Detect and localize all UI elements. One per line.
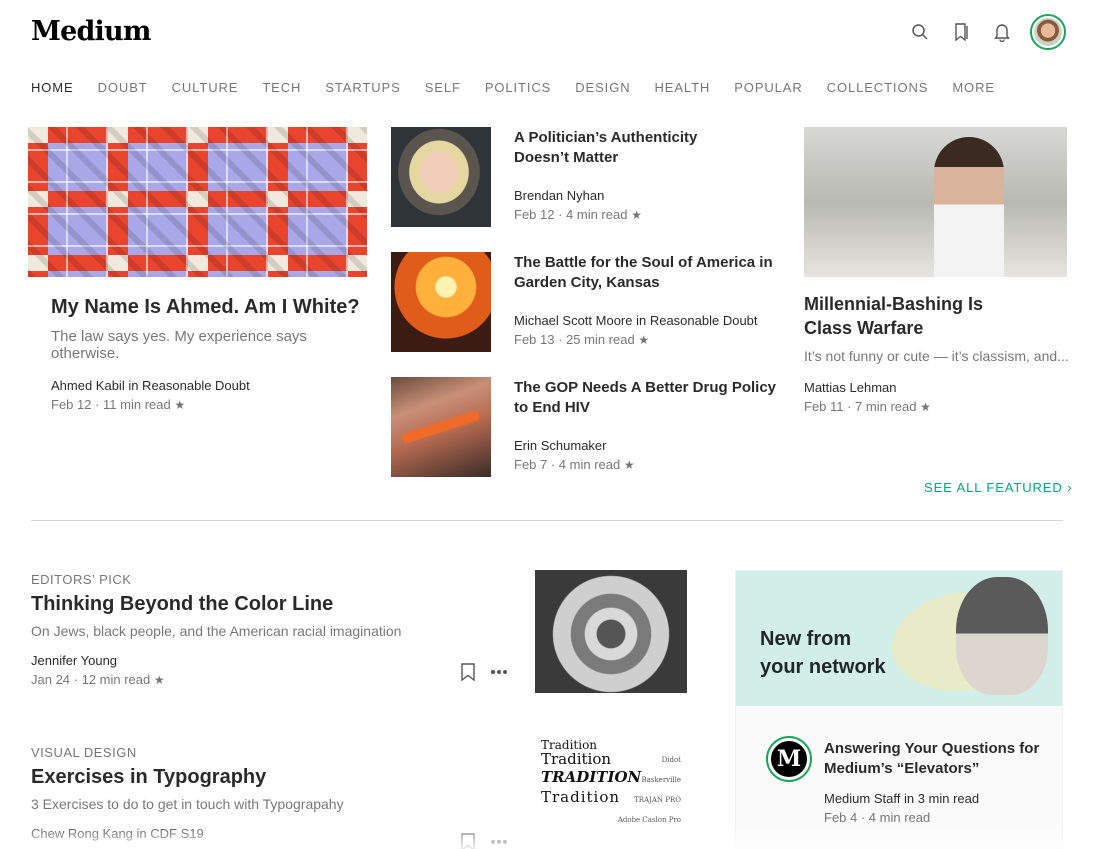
typo-label: Adobe Caslon Pro (617, 816, 681, 824)
star-icon[interactable]: ★ (624, 458, 635, 472)
user-avatar[interactable] (1030, 14, 1066, 50)
nav-politics[interactable]: POLITICS (485, 80, 551, 95)
see-all-label: SEE ALL FEATURED (924, 480, 1063, 495)
star-icon[interactable]: ★ (631, 208, 642, 222)
featured-right-author[interactable]: Mattias Lehman (804, 380, 1069, 395)
medium-logo[interactable]: Medium (31, 16, 151, 47)
featured-right-meta: Feb 11 · 7 min read ★ (804, 399, 1069, 414)
nav-design[interactable]: DESIGN (575, 80, 630, 95)
featured-list-title[interactable]: The GOP Needs A Better Drug Policy to En… (514, 378, 779, 418)
notifications-icon[interactable] (990, 20, 1014, 44)
featured-right-image[interactable] (804, 127, 1067, 277)
featured-list-meta: Feb 7 · 4 min read ★ (514, 457, 779, 472)
featured-list-title[interactable]: A Politician’s Authenticity Doesn’t Matt… (514, 128, 714, 168)
typo-label: TRAJAN PRO (634, 796, 681, 804)
nav-health[interactable]: HEALTH (655, 80, 711, 95)
nav-home[interactable]: HOME (31, 80, 74, 95)
feed-image-hands[interactable] (535, 570, 687, 693)
featured-list-thumb-2[interactable] (391, 252, 491, 352)
network-post-meta: Feb 4 · 4 min read (824, 810, 931, 825)
featured-list-thumb-3[interactable] (391, 377, 491, 477)
star-icon[interactable]: ★ (638, 333, 649, 347)
featured-main-author[interactable]: Ahmed Kabil in Reasonable Doubt (51, 378, 371, 393)
featured-list-meta: Feb 12 · 4 min read ★ (514, 207, 774, 222)
featured-list-thumb-1[interactable] (391, 127, 491, 227)
feed-author[interactable]: Jennifer Young (31, 653, 511, 668)
bookmark-icon[interactable] (460, 662, 476, 682)
meta-text: Feb 13 · 25 min read (514, 332, 635, 347)
featured-list-item: The Battle for the Soul of America in Ga… (514, 253, 779, 347)
network-post-title[interactable]: Answering Your Questions for Medium’s “E… (824, 739, 1054, 779)
typo-label: Baskerville (641, 776, 681, 784)
meta-text: Jan 24 · 12 min read (31, 672, 151, 687)
featured-list-author[interactable]: Brendan Nyhan (514, 188, 774, 203)
featured-list-meta: Feb 13 · 25 min read ★ (514, 332, 779, 347)
network-panel: New from your network M Answering Your Q… (735, 570, 1063, 849)
network-banner: New from your network (736, 571, 1062, 706)
meta-text: Feb 11 · 7 min read (804, 399, 917, 414)
featured-right-title[interactable]: Millennial-Bashing Is Class Warfare (804, 292, 1004, 340)
bookmarks-icon[interactable] (950, 20, 974, 44)
featured-main-title[interactable]: My Name Is Ahmed. Am I White? (51, 294, 371, 320)
section-divider (31, 520, 1063, 521)
feed-item: VISUAL DESIGN Exercises in Typography 3 … (31, 745, 511, 841)
topic-nav: HOME DOUBT CULTURE TECH STARTUPS SELF PO… (31, 80, 1019, 95)
nav-doubt[interactable]: DOUBT (98, 80, 148, 95)
network-title: New from your network (760, 625, 886, 681)
feed-title[interactable]: Thinking Beyond the Color Line (31, 591, 511, 617)
avatar-image (1034, 18, 1062, 46)
featured-right-subtitle[interactable]: It’s not funny or cute — it’s classism, … (804, 348, 1069, 364)
star-icon[interactable]: ★ (920, 400, 931, 414)
feed-kicker[interactable]: VISUAL DESIGN (31, 745, 511, 760)
network-post: Answering Your Questions for Medium’s “E… (824, 739, 1054, 825)
feed-title[interactable]: Exercises in Typography (31, 764, 511, 790)
nav-startups[interactable]: STARTUPS (325, 80, 400, 95)
vr-headset-illustration (956, 577, 1048, 695)
nav-self[interactable]: SELF (425, 80, 461, 95)
bookmark-icon[interactable] (460, 832, 476, 849)
network-title-line1: New from (760, 628, 852, 650)
featured-main-meta: Feb 12 · 11 min read ★ (51, 397, 371, 412)
featured-right: Millennial-Bashing Is Class Warfare It’s… (804, 292, 1069, 414)
feed-image-typography[interactable]: Tradition Tradition TRADITION Tradition … (535, 740, 687, 849)
see-all-featured-link[interactable]: SEE ALL FEATURED › (924, 480, 1072, 495)
meta-text: Feb 7 · 4 min read (514, 457, 621, 472)
medium-m-logo: M (771, 741, 807, 777)
nav-popular[interactable]: POPULAR (734, 80, 802, 95)
search-icon[interactable] (908, 20, 932, 44)
typo-line: Tradition (541, 750, 612, 768)
featured-list-item: The GOP Needs A Better Drug Policy to En… (514, 378, 779, 472)
feed-item: EDITORS’ PICK Thinking Beyond the Color … (31, 572, 511, 687)
typo-line: TRADITION (541, 768, 642, 786)
meta-text: Feb 12 · 4 min read (514, 207, 628, 222)
feed-meta: Jan 24 · 12 min read ★ (31, 672, 511, 687)
featured-list-item: A Politician’s Authenticity Doesn’t Matt… (514, 128, 774, 222)
typo-label: Didot (661, 756, 681, 764)
feed-author[interactable]: Chew Rong Kang in CDF S19 (31, 826, 511, 841)
featured-main-subtitle[interactable]: The law says yes. My experience says oth… (51, 328, 371, 362)
featured-main: My Name Is Ahmed. Am I White? The law sa… (51, 294, 371, 412)
network-title-line2: your network (760, 656, 886, 678)
featured-list-title[interactable]: The Battle for the Soul of America in Ga… (514, 253, 779, 293)
medium-staff-avatar[interactable]: M (766, 736, 812, 782)
chevron-right-icon: › (1067, 480, 1073, 495)
more-options-icon[interactable] (489, 662, 509, 682)
meta-text: Feb 12 · 11 min read (51, 397, 171, 412)
star-icon[interactable]: ★ (174, 398, 185, 412)
featured-list-author[interactable]: Erin Schumaker (514, 438, 779, 453)
nav-collections[interactable]: COLLECTIONS (827, 80, 929, 95)
nav-culture[interactable]: CULTURE (172, 80, 239, 95)
typo-line: Tradition (541, 788, 621, 806)
nav-tech[interactable]: TECH (262, 80, 301, 95)
star-icon[interactable]: ★ (154, 673, 165, 687)
feed-subtitle[interactable]: 3 Exercises to do to get in touch with T… (31, 796, 511, 812)
feed-subtitle[interactable]: On Jews, black people, and the American … (31, 623, 511, 639)
network-post-author[interactable]: Medium Staff in 3 min read (824, 791, 1054, 806)
feed-kicker[interactable]: EDITORS’ PICK (31, 572, 511, 587)
featured-main-image[interactable] (28, 127, 367, 277)
more-options-icon[interactable] (489, 832, 509, 849)
nav-more[interactable]: MORE (952, 80, 995, 95)
featured-list-author[interactable]: Michael Scott Moore in Reasonable Doubt (514, 313, 779, 328)
